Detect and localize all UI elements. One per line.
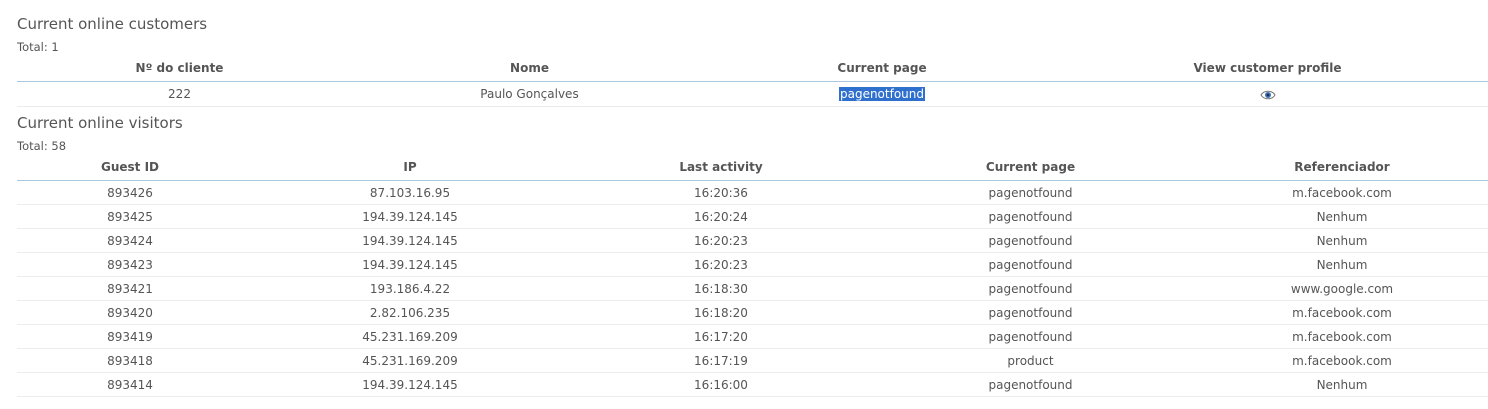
last-activity-cell: 16:18:30 <box>577 276 865 301</box>
ip-cell: 45.231.169.209 <box>243 324 577 349</box>
last-activity-cell: 16:18:20 <box>577 300 865 325</box>
referrer-cell: m.facebook.com <box>1196 180 1488 205</box>
current-page-cell: pagenotfound <box>865 324 1196 349</box>
table-row: 893423 194.39.124.145 16:20:23 pagenotfound… <box>17 252 1488 277</box>
referrer-cell: Nenhum <box>1196 204 1488 229</box>
view-profile-cell <box>1047 81 1488 107</box>
ip-cell: 194.39.124.145 <box>243 204 577 229</box>
guest-id-cell: 893424 <box>17 228 243 253</box>
table-row: 222 Paulo Gonçalves pagenotfound <box>17 81 1488 107</box>
last-activity-cell: 16:17:19 <box>577 348 865 373</box>
table-row: 893414 194.39.124.145 16:16:00 pagenotfound… <box>17 372 1488 397</box>
last-activity-cell: 16:20:23 <box>577 228 865 253</box>
column-header-referrer[interactable]: Referenciador <box>1196 154 1488 181</box>
guest-id-cell: 893418 <box>17 348 243 373</box>
visitors-table-body: 893426 87.103.16.95 16:20:36 pagenotfound m.… <box>17 180 1488 397</box>
last-activity-cell: 16:17:20 <box>577 324 865 349</box>
referrer-cell: Nenhum <box>1196 228 1488 253</box>
ip-cell: 194.39.124.145 <box>243 252 577 277</box>
current-page-cell: pagenotfound <box>865 252 1196 277</box>
customers-header-row: Nº do cliente Nome Current page View cus… <box>17 55 1488 82</box>
referrer-cell: m.facebook.com <box>1196 348 1488 373</box>
current-page-cell: pagenotfound <box>865 300 1196 325</box>
referrer-cell: m.facebook.com <box>1196 300 1488 325</box>
visitors-table: Guest ID IP Last activity Current page R… <box>17 154 1488 397</box>
table-row: 893425 194.39.124.145 16:20:24 pagenotfound… <box>17 204 1488 229</box>
referrer-cell: m.facebook.com <box>1196 324 1488 349</box>
current-page-cell: pagenotfound <box>865 372 1196 397</box>
column-header-name[interactable]: Nome <box>342 55 717 82</box>
column-header-last-activity[interactable]: Last activity <box>577 154 865 181</box>
guest-id-cell: 893420 <box>17 300 243 325</box>
current-page-cell: pagenotfound <box>865 276 1196 301</box>
column-header-guest-id[interactable]: Guest ID <box>17 154 243 181</box>
guest-id-cell: 893414 <box>17 372 243 397</box>
column-header-current-page[interactable]: Current page <box>865 154 1196 181</box>
guest-id-cell: 893423 <box>17 252 243 277</box>
guest-id-cell: 893426 <box>17 180 243 205</box>
table-row: 893420 2.82.106.235 16:18:20 pagenotfound m.… <box>17 300 1488 325</box>
table-row: 893418 45.231.169.209 16:17:19 product m.fac… <box>17 348 1488 373</box>
referrer-cell: Nenhum <box>1196 252 1488 277</box>
visitors-total: Total: 58 <box>17 139 67 153</box>
ip-cell: 194.39.124.145 <box>243 372 577 397</box>
selected-text: pagenotfound <box>838 87 926 101</box>
ip-cell: 194.39.124.145 <box>243 228 577 253</box>
referrer-cell: Nenhum <box>1196 372 1488 397</box>
column-header-current-page[interactable]: Current page <box>717 55 1047 82</box>
last-activity-cell: 16:20:36 <box>577 180 865 205</box>
guest-id-cell: 893419 <box>17 324 243 349</box>
ip-cell: 193.186.4.22 <box>243 276 577 301</box>
customers-table: Nº do cliente Nome Current page View cus… <box>17 55 1488 107</box>
table-row: 893426 87.103.16.95 16:20:36 pagenotfound m.… <box>17 180 1488 205</box>
column-header-ip[interactable]: IP <box>243 154 577 181</box>
guest-id-cell: 893425 <box>17 204 243 229</box>
column-header-customer-id[interactable]: Nº do cliente <box>17 55 342 82</box>
referrer-cell: www.google.com <box>1196 276 1488 301</box>
ip-cell: 45.231.169.209 <box>243 348 577 373</box>
visitors-title: Current online visitors <box>17 114 183 132</box>
visitors-header-row: Guest ID IP Last activity Current page R… <box>17 154 1488 181</box>
guest-id-cell: 893421 <box>17 276 243 301</box>
last-activity-cell: 16:20:24 <box>577 204 865 229</box>
customer-name-cell: Paulo Gonçalves <box>342 81 717 107</box>
ip-cell: 2.82.106.235 <box>243 300 577 325</box>
last-activity-cell: 16:20:23 <box>577 252 865 277</box>
customers-title: Current online customers <box>17 15 208 33</box>
table-row: 893421 193.186.4.22 16:18:30 pagenotfound ww… <box>17 276 1488 301</box>
table-row: 893419 45.231.169.209 16:17:20 pagenotfound… <box>17 324 1488 349</box>
customer-page-cell: pagenotfound <box>717 81 1047 107</box>
current-page-cell: pagenotfound <box>865 204 1196 229</box>
table-row: 893424 194.39.124.145 16:20:23 pagenotfound… <box>17 228 1488 253</box>
current-page-cell: product <box>865 348 1196 373</box>
page-content: Current online customers Total: 1 Nº do … <box>0 14 1488 397</box>
customer-id-cell: 222 <box>17 81 342 107</box>
eye-icon[interactable] <box>1259 89 1276 104</box>
last-activity-cell: 16:16:00 <box>577 372 865 397</box>
ip-cell: 87.103.16.95 <box>243 180 577 205</box>
current-page-cell: pagenotfound <box>865 228 1196 253</box>
current-page-cell: pagenotfound <box>865 180 1196 205</box>
customers-total: Total: 1 <box>17 40 59 54</box>
column-header-view-profile: View customer profile <box>1047 55 1488 82</box>
